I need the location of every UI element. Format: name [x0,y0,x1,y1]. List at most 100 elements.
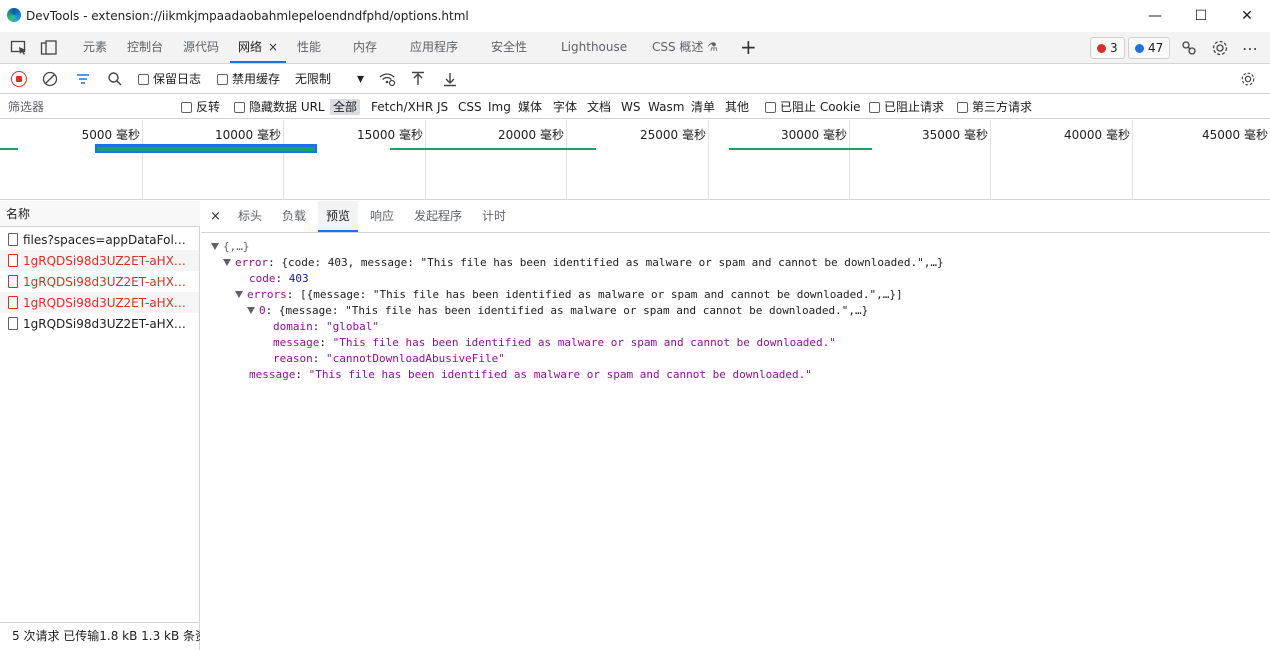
overview-request-bar [729,148,872,150]
hide-data-urls-check[interactable] [234,101,245,113]
tab-security[interactable]: 安全性 [491,32,527,63]
filter-type-media[interactable]: 媒体 [518,99,542,115]
message-key: message [249,368,296,381]
blocked-cookies-checkbox[interactable]: 已阻止 Cookie [765,99,861,115]
message-value: "This file has been identified as malwar… [308,368,812,381]
record-button[interactable] [11,70,27,88]
expand-triangle-icon[interactable] [235,291,243,298]
invert-check[interactable] [181,101,192,113]
filter-type-font[interactable]: 字体 [553,99,577,115]
filter-type-css[interactable]: CSS [458,99,482,115]
tab-headers[interactable]: 标头 [238,201,262,232]
throttle-select[interactable]: 无限制 ▾ [295,70,364,88]
request-row[interactable]: files?spaces=appDataFolder&... [0,229,199,250]
domain-value: "global" [326,320,379,333]
request-row[interactable]: 1gRQDSi98d3UZ2ET-aHXatbG... [0,271,199,292]
tab-application[interactable]: 应用程序 [410,32,458,63]
preserve-log-check[interactable] [138,73,149,85]
message-count-badge[interactable]: 47 [1128,37,1171,59]
search-button[interactable] [107,70,123,88]
blocked-cookies-check[interactable] [765,101,776,113]
third-party-check[interactable] [957,101,968,113]
tab-css-overview[interactable]: CSS 概述 ⚗ [652,32,718,63]
filter-type-ws[interactable]: WS [621,99,640,115]
message-count: 47 [1148,41,1164,55]
upload-icon [412,71,424,85]
network-settings-button[interactable] [1240,70,1256,88]
filter-type-fetch-xhr[interactable]: Fetch/XHR [371,99,433,115]
overview-request-bar [95,144,317,153]
filter-type-manifest[interactable]: 清单 [691,99,715,115]
blocked-requests-checkbox[interactable]: 已阻止请求 [869,99,944,115]
filter-input[interactable]: 筛选器 [8,99,44,115]
tree-message: message: "This file has been identified … [273,336,836,349]
filter-type-doc[interactable]: 文档 [587,99,611,115]
tab-network[interactable]: 网络 × [230,32,287,63]
third-party-label: 第三方请求 [972,100,1033,114]
filter-type-other[interactable]: 其他 [725,99,749,115]
close-detail-icon[interactable]: × [210,201,221,232]
network-conditions-button[interactable] [378,70,396,88]
tab-memory[interactable]: 内存 [353,32,377,63]
error-count: 3 [1110,41,1118,55]
filter-type-wasm[interactable]: Wasm [648,99,684,115]
tab-performance[interactable]: 性能 [297,32,321,63]
overview-gridline [849,120,850,200]
blocked-requests-check[interactable] [869,101,880,113]
request-row[interactable]: 1gRQDSi98d3UZ2ET-aHXatbG... [0,250,199,271]
tab-console[interactable]: 控制台 [127,32,163,63]
error-count-badge[interactable]: 3 [1090,37,1125,59]
tab-response[interactable]: 响应 [370,201,394,232]
request-row[interactable]: 1gRQDSi98d3UZ2ET-aHXatbG... [0,292,199,313]
connect-device-icon[interactable] [1180,39,1198,60]
minimize-button[interactable]: — [1132,0,1178,32]
throttle-value: 无限制 [295,72,332,86]
document-icon [8,254,18,267]
tab-sources[interactable]: 源代码 [183,32,219,63]
tree-root[interactable]: {,…} [211,239,250,255]
name-column-header[interactable]: 名称 [0,201,200,227]
tree-errors[interactable]: errors: [{message: "This file has been i… [235,287,903,303]
close-window-button[interactable]: ✕ [1224,0,1270,32]
disable-cache-checkbox[interactable]: 禁用缓存 [217,70,280,88]
tab-payload[interactable]: 负载 [282,201,306,232]
invert-label: 反转 [196,100,221,114]
tree-error[interactable]: error: {code: 403, message: "This file h… [223,255,944,271]
hide-data-urls-checkbox[interactable]: 隐藏数据 URL [234,99,325,115]
request-row[interactable]: 1gRQDSi98d3UZ2ET-aHXatbG... [0,313,199,334]
document-icon [8,275,18,288]
expand-triangle-icon[interactable] [211,243,219,250]
expand-triangle-icon[interactable] [247,307,255,314]
tree-errors-0[interactable]: 0: {message: "This file has been identif… [247,303,868,319]
filter-type-all[interactable]: 全部 [330,99,361,115]
document-icon [8,317,18,330]
export-har-button[interactable] [442,70,458,88]
preserve-log-checkbox[interactable]: 保留日志 [138,70,201,88]
disable-cache-check[interactable] [217,73,228,85]
more-options-icon[interactable]: ⋯ [1242,39,1258,58]
filter-toggle-button[interactable] [75,70,91,88]
tab-network-close-icon[interactable]: × [268,40,278,54]
maximize-button[interactable]: ☐ [1178,0,1224,32]
filter-type-js[interactable]: JS [437,99,448,115]
import-har-button[interactable] [410,70,426,88]
inspect-element-icon[interactable] [10,40,28,56]
expand-triangle-icon[interactable] [223,259,231,266]
request-name: 1gRQDSi98d3UZ2ET-aHXatbG... [23,253,193,268]
tab-preview[interactable]: 预览 [318,201,359,232]
invert-checkbox[interactable]: 反转 [181,99,220,115]
filter-type-img[interactable]: Img [488,99,511,115]
network-settings-gear-icon [1241,72,1255,86]
clear-button[interactable] [42,70,58,88]
tab-elements[interactable]: 元素 [83,32,107,63]
tab-initiator[interactable]: 发起程序 [414,201,462,232]
tab-lighthouse[interactable]: Lighthouse [561,32,627,63]
device-toggle-icon[interactable] [40,40,58,56]
settings-gear-icon[interactable] [1211,39,1229,60]
third-party-checkbox[interactable]: 第三方请求 [957,99,1032,115]
network-overview-timeline[interactable]: 5000 毫秒 10000 毫秒 15000 毫秒 20000 毫秒 25000… [0,120,1270,200]
overview-gridline [708,120,709,200]
tab-timing[interactable]: 计时 [482,201,506,232]
add-tab-icon[interactable]: + [740,32,757,63]
overview-gridline [566,120,567,200]
